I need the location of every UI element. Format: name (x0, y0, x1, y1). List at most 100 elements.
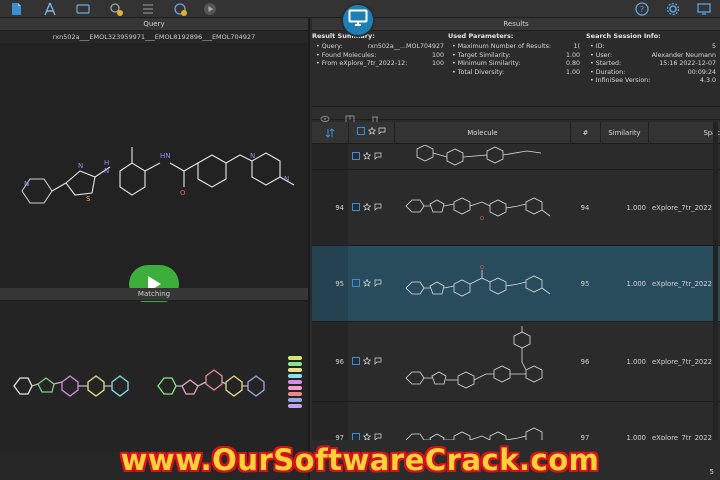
query-ids: rxn502a___EMOL323959971___EMOL8192896___… (52, 33, 256, 41)
svg-text:S: S (86, 195, 91, 203)
similarity-cell (602, 144, 646, 169)
space-cell: eXplore_7tr_2022 (652, 357, 712, 366)
monitor-icon[interactable] (696, 1, 712, 17)
number-cell: 95 (580, 279, 590, 288)
space-column-header[interactable]: Spac (648, 122, 720, 144)
svg-text:N: N (24, 180, 29, 188)
query-structure-canvas[interactable]: N N S H N HN O N N (0, 43, 308, 305)
session-row: ID:5 (586, 43, 716, 52)
checkbox-icon[interactable] (352, 278, 360, 289)
list-icon[interactable] (140, 1, 156, 17)
view-toggle-button[interactable] (341, 3, 375, 37)
checkbox-icon[interactable] (352, 202, 360, 213)
svg-text:O: O (480, 216, 484, 222)
svg-text:N: N (250, 152, 255, 160)
svg-text:O: O (180, 189, 186, 197)
structure-icon[interactable] (75, 1, 91, 17)
params-row: Total Diversity:1.00 (448, 69, 580, 78)
params-row: Maximum Number of Results:1( (448, 43, 580, 52)
number-column-header[interactable]: # (570, 122, 600, 144)
session-row: Duration:00:09:24 (586, 69, 716, 78)
session-row: User:Alexander Neumann (586, 52, 716, 61)
right-pane: Results Result Summary: Query:rxn502a__.… (312, 18, 720, 480)
params-row: Minimum Similarity:0.80 (448, 60, 580, 69)
star-icon[interactable] (362, 356, 372, 367)
sort-column-header[interactable] (312, 122, 348, 144)
star-icon[interactable] (362, 151, 372, 162)
row-number: 95 (312, 246, 348, 321)
similarity-cell: 1.000 (626, 279, 646, 288)
table-scrollbar[interactable] (713, 122, 718, 462)
svg-text:N: N (104, 167, 109, 175)
comment-icon[interactable] (374, 357, 382, 367)
summary-heading: Result Summary: (312, 32, 375, 40)
star-icon[interactable] (362, 278, 372, 289)
checkbox-icon[interactable] (357, 127, 366, 137)
star-icon[interactable] (367, 126, 376, 137)
summary-row: Found Molecules:100 (312, 52, 444, 61)
atom-icon[interactable] (42, 1, 58, 17)
matching-canvas[interactable] (0, 302, 308, 452)
icons-column-header (348, 122, 394, 144)
comment-icon[interactable] (374, 279, 382, 289)
gear-icon[interactable] (665, 1, 681, 17)
table-row[interactable] (312, 144, 720, 170)
row-icons (350, 144, 394, 169)
query-molecule-drawing: N N S H N HN O N N (21, 147, 295, 204)
history-icon[interactable] (172, 1, 188, 17)
molecule-drawing (405, 325, 543, 388)
comment-icon[interactable] (374, 152, 382, 162)
params-heading: Used Parameters: (448, 32, 514, 40)
summary-row: From eXplore_7tr_2022-12:100 (312, 60, 444, 69)
help-icon[interactable]: ? (634, 1, 650, 17)
checkbox-icon[interactable] (352, 356, 360, 367)
result-toolbar (312, 106, 720, 124)
row-icons (350, 170, 394, 245)
number-cell: 94 (580, 203, 590, 212)
similarity-column-header[interactable]: Similarity (600, 122, 648, 144)
session-info: Search Session Info: ID:5 User:Alexander… (586, 32, 716, 104)
query-title: Query (0, 18, 308, 31)
molecule-drawing: O (405, 265, 551, 296)
session-row: Started:15:16 2022-12-07 (586, 60, 716, 69)
table-row[interactable]: 94 O 94 1.000 eXplore_7tr_2022 (312, 170, 720, 246)
params-row: Target Similarity:1.00 (448, 52, 580, 61)
row-number: 96 (312, 322, 348, 401)
table-header: Molecule # Similarity Spac (312, 122, 720, 144)
svg-text:N: N (284, 175, 289, 183)
svg-text:H: H (104, 159, 109, 167)
space-cell: eXplore_7tr_2022 (652, 279, 712, 288)
document-icon[interactable] (8, 1, 24, 17)
result-counter: 5 (709, 468, 714, 476)
matching-title: Matching (0, 288, 308, 301)
result-summary: Result Summary: Query:rxn502a__...MOL704… (312, 32, 444, 104)
row-icons (350, 322, 394, 401)
table-row[interactable]: 96 96 1.000 eXplore_7tr_2022 (312, 322, 720, 402)
molecule-cell[interactable] (396, 322, 568, 401)
star-icon[interactable] (362, 202, 372, 213)
left-pane: Query rxn502a___EMOL323959971___EMOL8192… (0, 18, 310, 480)
molecule-column-header[interactable]: Molecule (394, 122, 570, 144)
comment-icon[interactable] (378, 127, 386, 137)
molecule-cell[interactable]: O (396, 246, 568, 321)
comment-icon[interactable] (374, 203, 382, 213)
session-heading: Search Session Info: (586, 32, 661, 40)
molecule-cell[interactable]: O (396, 170, 568, 245)
space-cell (652, 144, 720, 169)
play-small-icon[interactable] (202, 1, 218, 17)
checkbox-icon[interactable] (352, 151, 360, 162)
search-badge-icon[interactable] (108, 1, 124, 17)
status-bar: 5 (312, 440, 720, 480)
session-row: InfiniSee Version:4.3.0 (586, 77, 716, 86)
similarity-cell: 1.000 (626, 357, 646, 366)
number-cell (570, 144, 600, 169)
molecule-drawing: O (405, 197, 551, 222)
svg-text:N: N (78, 162, 83, 170)
molecule-cell[interactable] (396, 144, 568, 169)
monitor-icon (348, 9, 368, 31)
row-number: 94 (312, 170, 348, 245)
table-row-selected[interactable]: 95 O 95 1.000 eXplore_7tr_2022 (312, 246, 720, 322)
svg-text:O: O (480, 265, 484, 271)
space-cell: eXplore_7tr_2022 (652, 203, 712, 212)
svg-text:HN: HN (160, 152, 171, 160)
